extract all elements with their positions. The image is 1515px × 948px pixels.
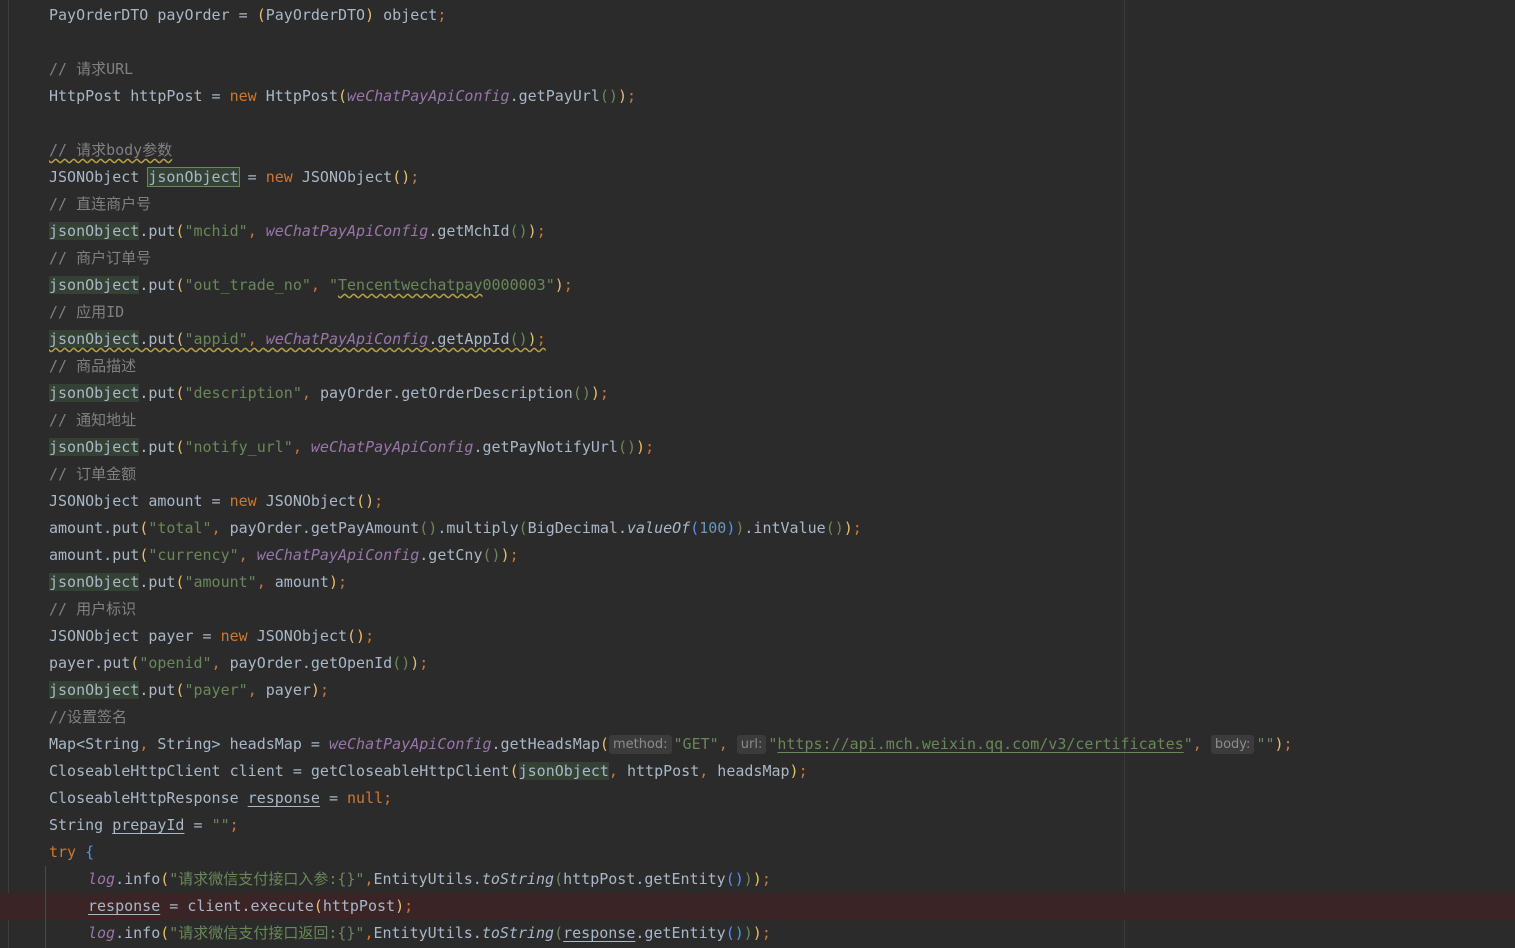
code-line-error[interactable]: response = client.execute(httpPost); [0, 893, 1515, 920]
code-line[interactable]: jsonObject.put("notify_url", weChatPayAp… [0, 434, 1515, 461]
param-hint-body: body: [1210, 735, 1255, 754]
code-line[interactable]: amount.put("currency", weChatPayApiConfi… [0, 542, 1515, 569]
code-line[interactable]: String prepayId = ""; [0, 812, 1515, 839]
code-line-warning[interactable]: jsonObject.put("appid", weChatPayApiConf… [0, 326, 1515, 353]
code-comment: // 请求body参数 [49, 141, 173, 159]
code-line[interactable]: amount.put("total", payOrder.getPayAmoun… [0, 515, 1515, 542]
code-line[interactable]: //设置签名 [0, 704, 1515, 731]
code-line[interactable]: // 商户订单号 [0, 245, 1515, 272]
code-line[interactable]: PayOrderDTO payOrder = (PayOrderDTO) obj… [0, 2, 1515, 29]
typo-warning: Tencentwechatpay [338, 276, 483, 294]
param-hint-method: method: [608, 735, 672, 754]
code-line[interactable] [0, 110, 1515, 137]
code-line[interactable]: // 应用ID [0, 299, 1515, 326]
code-line[interactable] [0, 29, 1515, 56]
code-line[interactable]: payer.put("openid", payOrder.getOpenId()… [0, 650, 1515, 677]
code-line[interactable]: // 直连商户号 [0, 191, 1515, 218]
code-line[interactable]: JSONObject amount = new JSONObject(); [0, 488, 1515, 515]
code-line[interactable]: JSONObject payer = new JSONObject(); [0, 623, 1515, 650]
param-hint-url: url: [736, 735, 767, 754]
identifier-highlight: jsonObject [49, 222, 140, 240]
code-line[interactable]: CloseableHttpClient client = getCloseabl… [0, 758, 1515, 785]
code-line[interactable]: Map<String, String> headsMap = weChatPay… [0, 731, 1515, 758]
code-line[interactable]: jsonObject.put("out_trade_no", "Tencentw… [0, 272, 1515, 299]
code-line[interactable]: // 商品描述 [0, 353, 1515, 380]
code-line[interactable]: // 用户标识 [0, 596, 1515, 623]
code-line[interactable]: jsonObject.put("mchid", weChatPayApiConf… [0, 218, 1515, 245]
code-line[interactable]: CloseableHttpResponse response = null; [0, 785, 1515, 812]
code-line[interactable]: // 订单金额 [0, 461, 1515, 488]
code-line[interactable]: log.info("请求微信支付接口入参:{}",EntityUtils.toS… [0, 866, 1515, 893]
code-line[interactable]: JSONObject jsonObject = new JSONObject()… [0, 164, 1515, 191]
code-line[interactable]: // 请求URL [0, 56, 1515, 83]
code-line[interactable]: // 通知地址 [0, 407, 1515, 434]
selected-identifier[interactable]: jsonObject [147, 167, 240, 187]
code-line[interactable]: try { [0, 839, 1515, 866]
code-line[interactable]: jsonObject.put("description", payOrder.g… [0, 380, 1515, 407]
code-comment: // 请求URL [49, 60, 134, 78]
code-line[interactable]: log.info("请求微信支付接口返回:{}",EntityUtils.toS… [0, 920, 1515, 947]
code-line[interactable]: HttpPost httpPost = new HttpPost(weChatP… [0, 83, 1515, 110]
code-editor[interactable]: PayOrderDTO payOrder = (PayOrderDTO) obj… [0, 2, 1515, 947]
code-line[interactable]: // 请求body参数 [0, 137, 1515, 164]
url-link[interactable]: https://api.mch.weixin.qq.com/v3/certifi… [777, 735, 1183, 753]
code-line[interactable]: jsonObject.put("payer", payer); [0, 677, 1515, 704]
code-line[interactable]: jsonObject.put("amount", amount); [0, 569, 1515, 596]
